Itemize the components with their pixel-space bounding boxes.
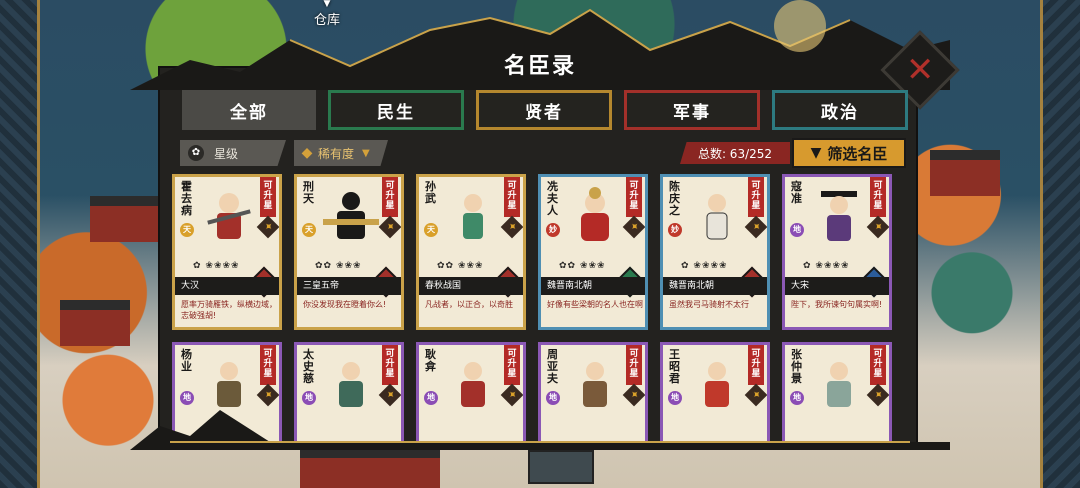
minister-card[interactable]: 寇准 地 可升星 ✦ ✿ ❀❀❀❀ 政 大宋 陛下，我所谏句句属实啊! [782, 174, 892, 330]
upgrade-tag: 可升星 [870, 345, 886, 385]
upgrade-tag: 可升星 [504, 345, 520, 385]
minister-quote: 虽然我弓马骑射不太行 [669, 300, 749, 309]
triangle-down-icon: ▼ [362, 147, 370, 159]
minister-portrait [706, 194, 728, 240]
minister-name: 太史慈 [303, 348, 314, 385]
rank-badge: 天 [424, 223, 438, 237]
era-label: 大宋 [785, 277, 889, 295]
minister-name: 刑天 [303, 180, 314, 205]
minister-quote: 愿率万骑雁铁，纵横边域，志破强胡! [181, 300, 277, 320]
era-label: 大汉 [175, 277, 279, 295]
era-label: 魏晋南北朝 [663, 277, 767, 295]
mountain-footer-decoration [130, 410, 950, 450]
minister-portrait [581, 187, 609, 241]
minister-card[interactable]: 刑天 天 可升星 ✦ ✿✿ ❀❀❀ 军 三皇五帝 你没发现我在瞪着你么! [294, 174, 404, 330]
filter-bar: ✿ 星级 ◆ 稀有度 ▼ 总数: 63/252 ▼ 筛选名臣 [172, 136, 912, 172]
minister-name: 孙武 [425, 180, 436, 205]
minister-quote: 你没发现我在瞪着你么! [303, 300, 387, 309]
upgrade-tag: 可升星 [382, 177, 398, 217]
tab-all[interactable]: 全部 [182, 90, 316, 130]
minister-quote: 陛下，我所谏句句属实啊! [791, 300, 883, 309]
minister-quote: 好像有些梁朝的名人也在啊 [547, 300, 643, 309]
minister-portrait [821, 191, 857, 241]
background-building [300, 448, 440, 488]
era-label: 魏晋南北朝 [541, 277, 645, 295]
rarity-sort-button[interactable]: ◆ 稀有度 ▼ [294, 140, 388, 166]
minister-card[interactable]: 霍去病 天 可升星 ✦ ✿ ❀❀❀❀ 军 大汉 愿率万骑雁铁，纵横边域，志破强胡… [172, 174, 282, 330]
minister-name: 寇准 [791, 180, 802, 205]
tab-sage[interactable]: 贤者 [476, 90, 612, 130]
right-border-pattern [1040, 0, 1080, 488]
star-rating: ✿ ❀❀❀❀ [803, 261, 850, 271]
minister-name: 张仲景 [791, 348, 802, 385]
star-sort-button[interactable]: ✿ 星级 [180, 140, 286, 166]
upgrade-tag: 可升星 [748, 345, 764, 385]
minister-quote: 凡战者，以正合，以奇胜 [425, 300, 513, 309]
rank-badge: 地 [790, 223, 804, 237]
category-tabs: 全部 民生 贤者 军事 政治 [182, 90, 908, 130]
minister-name: 耿弇 [425, 348, 436, 373]
rank-badge: 妙 [546, 223, 560, 237]
minister-portrait [323, 192, 379, 239]
filter-funnel-icon: ▼ [810, 145, 822, 161]
star-rating: ✿✿ ❀❀❀ [315, 261, 362, 271]
background-building [90, 196, 160, 242]
minister-card[interactable]: 冼夫人 妙 可升星 ✦ ✿✿ ❀❀❀ 民 魏晋南北朝 好像有些梁朝的名人也在啊 [538, 174, 648, 330]
flower-icon: ✿ [188, 145, 204, 161]
rank-badge: 天 [302, 223, 316, 237]
star-rating: ✿ ❀❀❀❀ [681, 261, 728, 271]
close-x-icon: ✕ [905, 50, 935, 90]
upgrade-tag: 可升星 [260, 345, 276, 385]
minister-name: 王昭君 [669, 348, 680, 385]
background-building [930, 150, 1000, 196]
diamond-icon: ◆ [301, 145, 313, 161]
minister-name: 冼夫人 [547, 180, 558, 217]
upgrade-tag: 可升星 [748, 177, 764, 217]
upgrade-tag: 可升星 [504, 177, 520, 217]
scroll-indicator-stamp [528, 450, 594, 484]
tab-politics[interactable]: 政治 [772, 90, 908, 130]
tab-military[interactable]: 军事 [624, 90, 760, 130]
minister-card[interactable]: 陈庆之 妙 可升星 ✦ ✿ ❀❀❀❀ 军 魏晋南北朝 虽然我弓马骑射不太行 [660, 174, 770, 330]
minister-portrait [207, 193, 251, 239]
background-building [60, 300, 130, 346]
upgrade-tag: 可升星 [260, 177, 276, 217]
left-border-pattern [0, 0, 40, 488]
upgrade-tag: 可升星 [626, 345, 642, 385]
upgrade-tag: 可升星 [382, 345, 398, 385]
minister-name: 周亚夫 [547, 348, 558, 385]
total-count: 总数: 63/252 [680, 142, 790, 164]
rank-badge: 妙 [668, 223, 682, 237]
rank-badge: 天 [180, 223, 194, 237]
minister-name: 杨业 [181, 348, 192, 373]
upgrade-tag: 可升星 [626, 177, 642, 217]
upgrade-tag: 可升星 [870, 177, 886, 217]
tab-livelihood[interactable]: 民生 [328, 90, 464, 130]
page-title: 名臣录 [503, 53, 576, 79]
minister-portrait [463, 194, 483, 239]
era-label: 三皇五帝 [297, 277, 401, 295]
star-rating: ✿✿ ❀❀❀ [559, 261, 606, 271]
filter-ministers-button[interactable]: ▼ 筛选名臣 [792, 138, 906, 168]
star-rating: ✿✿ ❀❀❀ [437, 261, 484, 271]
minister-name: 霍去病 [181, 180, 192, 217]
era-label: 春秋战国 [419, 277, 523, 295]
star-rating: ✿ ❀❀❀❀ [193, 261, 240, 271]
minister-name: 陈庆之 [669, 180, 680, 217]
minister-card[interactable]: 孙武 天 可升星 ✦ ✿✿ ❀❀❀ 军 春秋战国 凡战者，以正合，以奇胜 [416, 174, 526, 330]
